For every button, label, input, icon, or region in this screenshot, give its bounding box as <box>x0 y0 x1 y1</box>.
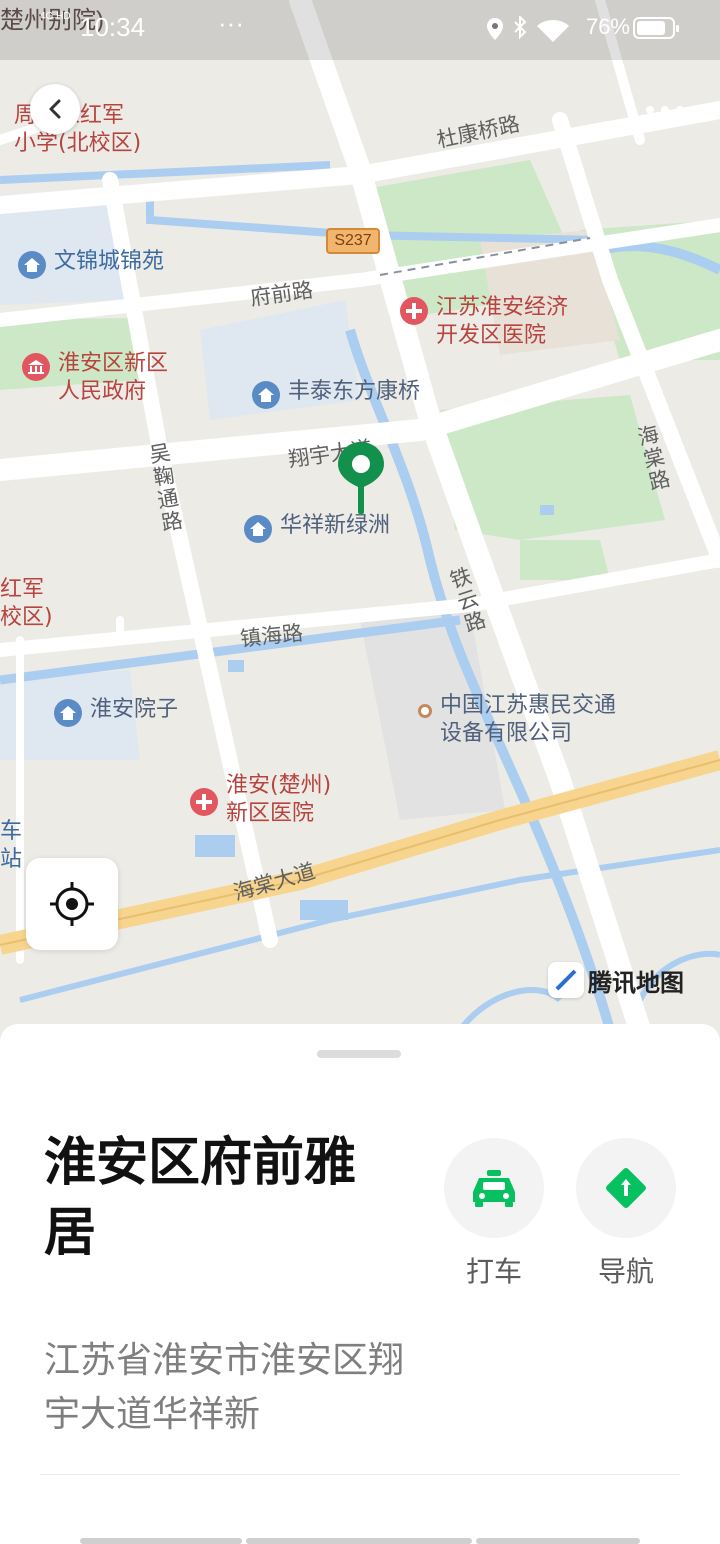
place-detail-sheet: 淮安区府前雅居 打车 导航 江苏省淮安市淮安区翔宇大道华祥新 <box>0 1024 720 1544</box>
poi-government[interactable]: 淮安区新区 人民政府 <box>22 350 168 406</box>
indicator-segment <box>80 1538 242 1544</box>
more-options-button[interactable] <box>640 98 690 122</box>
back-button[interactable] <box>30 84 80 134</box>
residence-icon <box>252 381 280 409</box>
poi-huimin-company[interactable]: 中国江苏惠民交通 设备有限公司 <box>418 692 616 748</box>
poi-huaxiang[interactable]: 华祥新绿洲 <box>244 512 390 543</box>
more-dot-icon <box>661 106 669 114</box>
poi-huaian-yuanzi[interactable]: 淮安院子 <box>54 696 178 727</box>
poi-development-zone-hospital[interactable]: 江苏淮安经济 开发区医院 <box>400 294 568 350</box>
map-provider-logo: 腾讯地图 <box>548 962 684 998</box>
more-dot-icon <box>676 106 684 114</box>
poi-wenjincheng[interactable]: 文锦城锦苑 <box>18 248 164 279</box>
more-dot-icon <box>646 106 654 114</box>
map-provider-name: 腾讯地图 <box>588 968 684 997</box>
indicator-segment <box>246 1538 472 1544</box>
indicator-segment <box>476 1538 640 1544</box>
residence-icon <box>18 251 46 279</box>
taxi-button[interactable]: 打车 <box>444 1138 544 1290</box>
taxi-icon <box>473 1170 515 1207</box>
navigation-button-circle[interactable] <box>576 1138 676 1238</box>
taxi-button-circle[interactable] <box>444 1138 544 1238</box>
battery-icon <box>633 17 679 39</box>
taxi-label: 打车 <box>465 1255 522 1288</box>
divider <box>40 1474 680 1475</box>
residence-icon <box>244 515 272 543</box>
poi-station[interactable]: 车 站 <box>0 818 22 874</box>
place-address: 江苏省淮安市淮安区翔宇大道华祥新 <box>44 1340 405 1435</box>
action-buttons: 打车 导航 <box>444 1138 676 1290</box>
place-title: 淮安区府前雅居 <box>44 1133 357 1263</box>
residence-icon <box>54 699 82 727</box>
sheet-drag-handle[interactable] <box>317 1050 401 1058</box>
poi-new-district-hospital[interactable]: 淮安(楚州) 新区医院 <box>190 772 331 828</box>
poi-label: 淮安院子 <box>90 697 179 722</box>
poi-label: 中国江苏惠民交通 设备有限公司 <box>440 693 617 746</box>
poi-label: 文锦城锦苑 <box>54 249 165 274</box>
government-icon <box>22 353 50 381</box>
location-pin-icon <box>338 442 384 514</box>
map-view[interactable]: 楚州别院) 4G HD 10:34 ··· 76% 周恩来红军 小学(北校区) … <box>0 0 720 1040</box>
hospital-icon <box>400 297 428 325</box>
battery-percent: 76% <box>585 14 630 39</box>
chevron-left-icon <box>49 99 61 119</box>
poi-label: 红军 校区) <box>0 577 53 630</box>
compass-logo-icon <box>548 962 584 998</box>
home-indicator <box>80 1538 640 1544</box>
navigation-icon <box>606 1168 646 1208</box>
hospital-icon <box>190 788 218 816</box>
crosshair-icon <box>50 882 94 926</box>
poi-label: 淮安区新区 人民政府 <box>58 351 169 404</box>
network-indicator: 4G HD <box>40 11 71 22</box>
poi-label: 华祥新绿洲 <box>280 513 391 538</box>
clock: 10:34 <box>80 12 146 42</box>
navigation-label: 导航 <box>597 1255 654 1288</box>
poi-school-left[interactable]: 红军 校区) <box>0 576 53 632</box>
status-bar: 楚州别院) 4G HD 10:34 ··· 76% <box>0 0 720 60</box>
locate-me-button[interactable] <box>26 858 118 950</box>
poi-label: 江苏淮安经济 开发区医院 <box>436 295 569 348</box>
status-icons <box>487 16 569 42</box>
poi-fengtai[interactable]: 丰泰东方康桥 <box>252 378 420 409</box>
company-icon <box>418 704 432 718</box>
navigation-button[interactable]: 导航 <box>576 1138 676 1290</box>
status-more-icon: ··· <box>218 8 244 38</box>
poi-label: 淮安(楚州) 新区医院 <box>226 773 332 826</box>
poi-label: 车 站 <box>0 819 23 872</box>
poi-label: 丰泰东方康桥 <box>288 379 421 404</box>
highway-shield: S237 <box>326 228 380 254</box>
